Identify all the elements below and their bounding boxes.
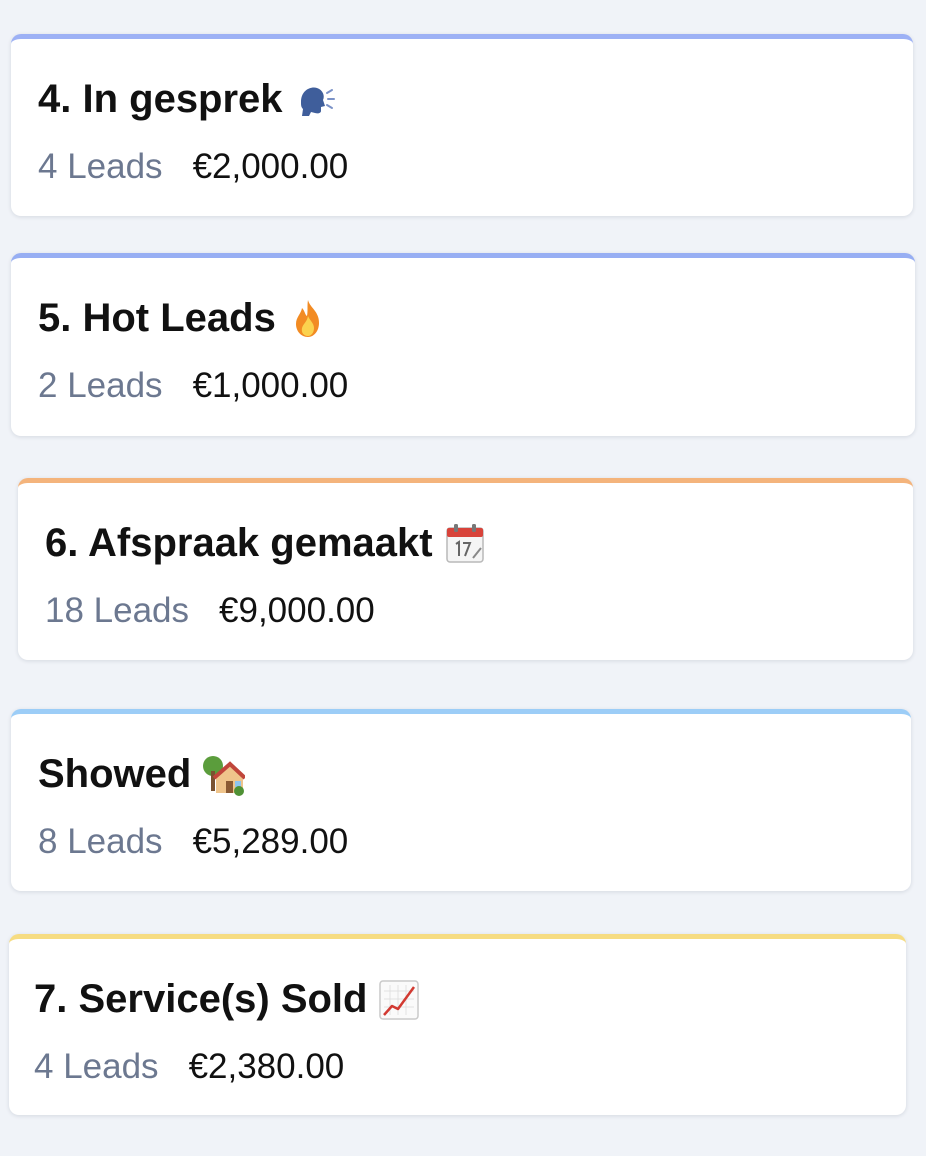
stage-meta: 4 Leads €2,380.00 [34, 1047, 344, 1087]
lead-value: €1,000.00 [192, 366, 349, 405]
stage-card-showed[interactable]: Showed 8 Leads €5,289.00 [11, 709, 911, 891]
stage-title-text: Showed [38, 752, 192, 796]
lead-count: 4 Leads [34, 1047, 159, 1086]
stage-card-services-sold[interactable]: 7. Service(s) Sold 4 Leads €2,380.00 [9, 934, 906, 1115]
stage-title: 4. In gesprek [38, 77, 337, 122]
stage-title: 5. Hot Leads [38, 296, 330, 341]
lead-value: €2,000.00 [192, 147, 349, 186]
stage-title: 7. Service(s) Sold [34, 977, 421, 1022]
stage-card-hot-leads[interactable]: 5. Hot Leads 2 Leads €1,000.00 [11, 253, 915, 436]
stage-title-text: 7. Service(s) Sold [34, 977, 368, 1021]
lead-value: €9,000.00 [219, 591, 375, 630]
speaking-head-icon [293, 78, 337, 122]
stage-title-text: 4. In gesprek [38, 77, 283, 121]
stage-title: Showed [38, 752, 247, 797]
calendar-icon [443, 522, 487, 566]
pipeline-board: 4. In gesprek 4 Leads €2,000.00 5. Hot Le… [0, 0, 926, 1156]
lead-count: 8 Leads [38, 822, 163, 861]
stage-card-in-gesprek[interactable]: 4. In gesprek 4 Leads €2,000.00 [11, 34, 913, 216]
lead-value: €2,380.00 [188, 1047, 345, 1086]
lead-count: 18 Leads [45, 591, 190, 630]
lead-count: 2 Leads [38, 366, 163, 405]
house-with-garden-icon [201, 753, 247, 797]
stage-title: 6. Afspraak gemaakt [45, 521, 487, 566]
stage-meta: 18 Leads €9,000.00 [45, 591, 375, 631]
lead-count: 4 Leads [38, 147, 163, 186]
chart-increasing-icon [377, 978, 421, 1022]
stage-meta: 4 Leads €2,000.00 [38, 147, 348, 187]
lead-value: €5,289.00 [192, 822, 349, 861]
stage-title-text: 6. Afspraak gemaakt [45, 521, 433, 565]
stage-meta: 2 Leads €1,000.00 [38, 366, 348, 406]
fire-icon [286, 297, 330, 341]
stage-title-text: 5. Hot Leads [38, 296, 276, 340]
stage-card-afspraak-gemaakt[interactable]: 6. Afspraak gemaakt 18 Leads €9,000.00 [18, 478, 913, 660]
stage-meta: 8 Leads €5,289.00 [38, 822, 348, 862]
